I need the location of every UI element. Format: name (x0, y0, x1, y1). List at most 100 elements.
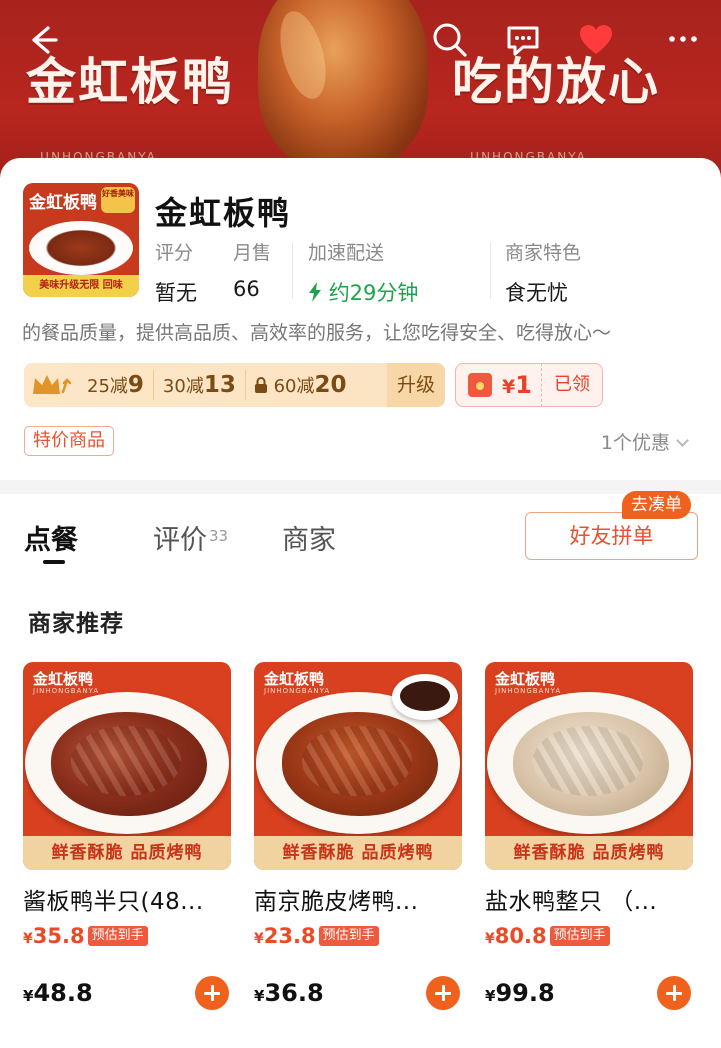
price-row: ¥35.8 预估到手 (23, 922, 231, 950)
product-image[interactable]: 金虹板鸭 JINHONGBANYA 鲜香酥脆 品质烤鸭 (485, 662, 693, 870)
coupon-amount: 20 (314, 372, 347, 398)
group-order-button[interactable]: 好友拼单 (525, 512, 698, 560)
offers-label: 1个优惠 (600, 432, 670, 454)
section-title: 商家推荐 (28, 611, 124, 637)
duck-food-image (51, 712, 207, 816)
tab-label: 商家 (282, 525, 336, 556)
image-banner-text: 鲜香酥脆 品质烤鸭 (485, 836, 693, 870)
logo-plate-image (29, 221, 133, 275)
coupon-prefix: 25减 (87, 376, 128, 397)
product-card[interactable]: 金虹板鸭 JINHONGBANYA 鲜香酥脆 品质烤鸭 酱板鸭半只(48... … (23, 662, 231, 1010)
price-value: 48.8 (33, 979, 93, 1007)
image-brand-text: 金虹板鸭 (264, 670, 325, 688)
section-divider (0, 480, 721, 494)
original-price-row: ¥99.8 (485, 976, 693, 1010)
original-price: ¥36.8 (254, 979, 324, 1007)
estimated-price-tag: 预估到手 (549, 926, 610, 946)
group-order-badge[interactable]: 去凑单 (622, 491, 691, 519)
back-arrow-icon[interactable] (22, 20, 62, 60)
banner-right-text: 吃的放心 (452, 53, 660, 111)
red-packet-icon (468, 373, 492, 397)
coupon-strip[interactable]: 25减9 30减13 60减20 升级 (24, 363, 445, 407)
stat-label: 加速配送 (308, 242, 385, 264)
tab-order[interactable]: 点餐 (24, 518, 78, 557)
stat-value: 暂无 (155, 281, 197, 305)
coupon-prefix: 30减 (162, 376, 204, 397)
red-packet-coupon[interactable]: ¥1 已领 (455, 363, 603, 407)
offers-dropdown[interactable]: 1个优惠 (600, 428, 689, 455)
product-image[interactable]: 金虹板鸭 JINHONGBANYA 鲜香酥脆 品质烤鸭 (23, 662, 231, 870)
search-icon[interactable] (430, 20, 470, 60)
more-icon[interactable] (664, 20, 704, 60)
sauce-dish-image (392, 674, 458, 720)
amount-value: 1 (515, 371, 532, 399)
currency-symbol: ¥ (502, 376, 516, 398)
review-count: 33 (209, 527, 229, 545)
stat-value: 66 (233, 277, 260, 301)
coupon-amount: 9 (127, 372, 144, 398)
estimated-price: ¥80.8 (485, 924, 547, 948)
product-card[interactable]: 金虹板鸭 JINHONGBANYA 鲜香酥脆 品质烤鸭 盐水鸭整只 （... ¥… (485, 662, 693, 1010)
store-info-card: 金虹板鸭 好香美味 美味升级无限 回味 金虹板鸭 评分 暂无 月售 66 加速配… (0, 158, 721, 480)
special-price-tag[interactable]: 特价商品 (24, 426, 114, 456)
divider (490, 243, 491, 299)
product-name: 南京脆皮烤鸭... (254, 889, 419, 915)
chevron-down-icon (676, 434, 689, 447)
product-name: 盐水鸭整只 （... (485, 889, 658, 915)
image-banner-text: 鲜香酥脆 品质烤鸭 (254, 836, 462, 870)
tab-merchant[interactable]: 商家 (282, 518, 336, 557)
coupon-item-locked: 60减20 (246, 370, 356, 400)
image-brand-text: 金虹板鸭 (33, 670, 94, 688)
original-price: ¥99.8 (485, 979, 555, 1007)
heart-icon[interactable] (576, 20, 616, 60)
product-image[interactable]: 金虹板鸭 JINHONGBANYA 鲜香酥脆 品质烤鸭 (254, 662, 462, 870)
divider (292, 243, 293, 299)
coupon-item: 25减9 (78, 370, 154, 400)
stat-delivery: 加速配送 约29分钟 (308, 238, 418, 307)
price-row: ¥80.8 预估到手 (485, 922, 693, 950)
coupon-amount: 13 (203, 372, 236, 398)
stat-label: 月售 (233, 242, 272, 264)
store-slogan: 的餐品质量，提供高品质、高效率的服务，让您吃得安全、吃得放心～ (22, 322, 612, 344)
add-icon[interactable] (195, 976, 229, 1010)
coupon-item: 30减13 (154, 370, 246, 400)
original-price-row: ¥48.8 (23, 976, 231, 1010)
image-brand-sub: JINHONGBANYA (264, 687, 331, 695)
tab-label: 点餐 (24, 525, 78, 556)
currency-symbol: ¥ (485, 987, 496, 1005)
add-icon[interactable] (426, 976, 460, 1010)
upgrade-button[interactable]: 升级 (386, 363, 445, 407)
lightning-icon (308, 281, 329, 305)
stat-feature: 商家特色 食无忧 (505, 238, 581, 307)
add-icon[interactable] (657, 976, 691, 1010)
product-card[interactable]: 金虹板鸭 JINHONGBANYA 鲜香酥脆 品质烤鸭 南京脆皮烤鸭... ¥2… (254, 662, 462, 1010)
original-price: ¥48.8 (23, 979, 93, 1007)
red-packet-status: 已领 (541, 364, 602, 406)
store-tabs: 点餐 评价 33 商家 好友拼单 去凑单 (0, 491, 721, 574)
estimated-price-tag: 预估到手 (87, 926, 148, 946)
stat-value: 食无忧 (505, 281, 568, 305)
image-brand-sub: JINHONGBANYA (33, 687, 100, 695)
estimated-price: ¥23.8 (254, 924, 316, 948)
currency-symbol: ¥ (254, 987, 265, 1005)
price-value: 99.8 (495, 979, 555, 1007)
currency-symbol: ¥ (254, 931, 264, 947)
stat-value-delivery: 约29分钟 (308, 277, 418, 307)
currency-symbol: ¥ (485, 931, 495, 947)
logo-badge: 好香美味 (101, 187, 135, 213)
store-name: 金虹板鸭 (155, 194, 292, 232)
price-value: 36.8 (264, 979, 324, 1007)
product-name: 酱板鸭半只(48... (23, 889, 204, 915)
red-packet-amount: ¥1 (502, 371, 532, 399)
currency-symbol: ¥ (23, 987, 34, 1005)
duck-food-image (282, 712, 438, 816)
tab-reviews[interactable]: 评价 33 (153, 518, 228, 557)
stat-monthly-sales: 月售 66 (233, 238, 271, 301)
price-row: ¥23.8 预估到手 (254, 922, 462, 950)
duck-food-image (513, 712, 669, 816)
logo-bottom-text: 美味升级无限 回味 (23, 275, 139, 297)
message-icon[interactable] (503, 20, 543, 60)
original-price-row: ¥36.8 (254, 976, 462, 1010)
roast-duck-image (258, 0, 428, 170)
image-brand-sub: JINHONGBANYA (495, 687, 562, 695)
